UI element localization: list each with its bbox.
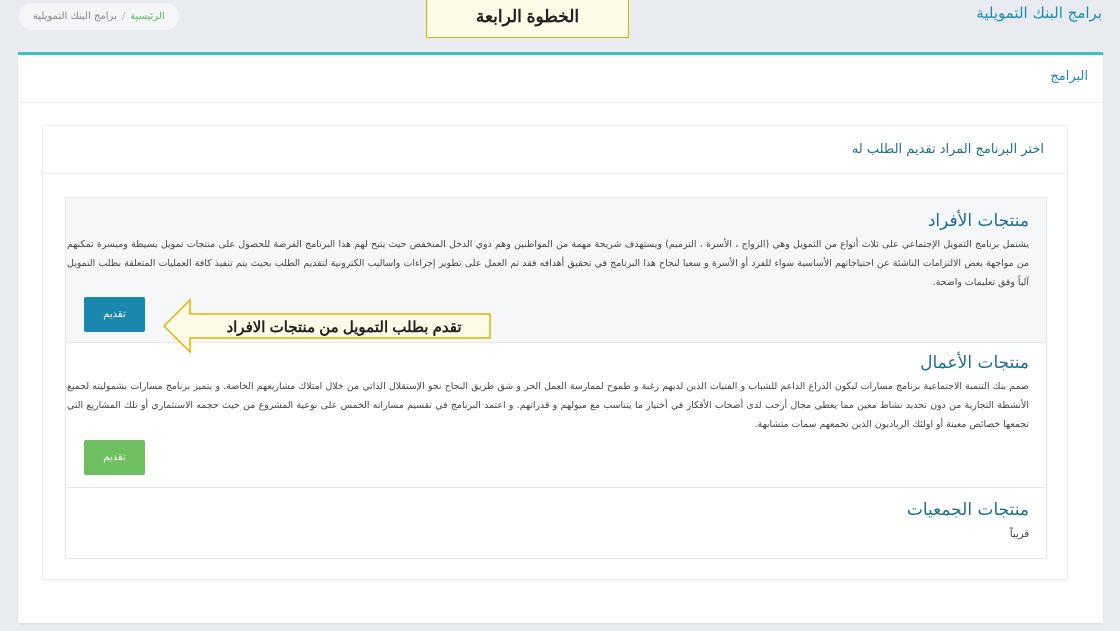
breadcrumb: الرئيسية / برامج البنك التمويلية (19, 3, 179, 30)
product-status: قريباً (1009, 529, 1029, 540)
apply-individuals-button[interactable]: تقديم (84, 297, 145, 332)
product-title: منتجات الجمعيات (906, 500, 1029, 520)
product-title: منتجات الأفراد (927, 211, 1029, 231)
programs-panel-title: البرامج (18, 55, 1103, 103)
apply-business-button[interactable]: تقديم (84, 440, 145, 475)
breadcrumb-home-link[interactable]: الرئيسية (130, 11, 164, 22)
callout-text: تقدم بطلب التمويل من منتجات الافراد (226, 319, 462, 336)
program-select-title: اختر البرنامج المراد تقديم الطلب له (43, 126, 1067, 174)
callout-arrow: تقدم بطلب التمويل من منتجات الافراد (163, 296, 493, 356)
product-description: يشتمل برنامج التمويل الإجتماعي على ثلاث … (67, 239, 1029, 288)
product-description: صمم بنك التنمية الاجتماعية برنامج مسارات… (67, 381, 1029, 430)
page-title: برامج البنك التمويلية (976, 4, 1102, 22)
breadcrumb-separator: / (121, 11, 126, 22)
product-business: منتجات الأعمال صمم بنك التنمية الاجتماعي… (66, 343, 1046, 488)
step-banner: الخطوة الرابعة (426, 0, 629, 38)
breadcrumb-current: برامج البنك التمويلية (33, 11, 117, 22)
product-associations: منتجات الجمعيات قريباً (66, 488, 1046, 558)
top-bar: برامج البنك التمويلية الرئيسية / برامج الب… (0, 0, 1120, 44)
product-list: منتجات الأفراد يشتمل برنامج التمويل الإج… (65, 197, 1047, 559)
